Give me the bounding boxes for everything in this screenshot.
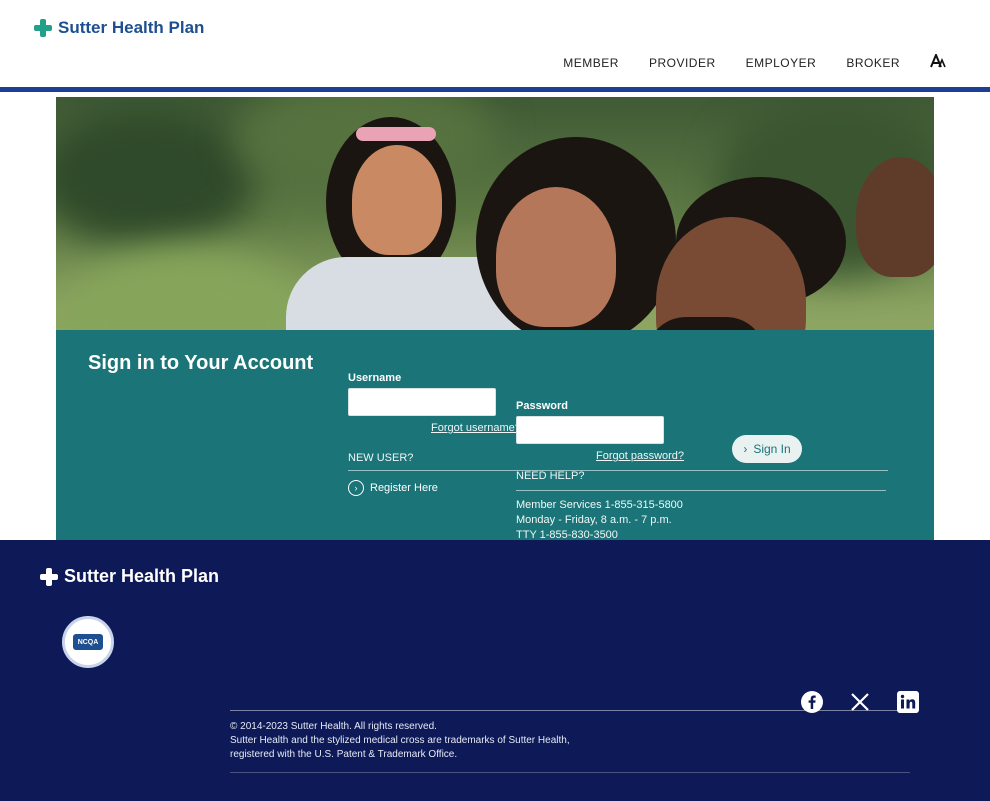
sign-in-button[interactable]: › Sign In [732,435,802,463]
site-footer: Sutter Health Plan NCQA © 2014-2023 Sutt… [0,540,990,801]
facebook-icon[interactable] [800,690,824,714]
password-label: Password [516,400,568,412]
girl-headband [356,127,436,141]
text-size-icon [930,52,946,68]
chevron-right-icon: › [743,442,748,456]
logo[interactable]: Sutter Health Plan [34,18,204,38]
sign-in-title: Sign in to Your Account [88,352,314,374]
main-nav: MEMBER PROVIDER EMPLOYER BROKER [563,52,946,71]
child-face-partial [856,157,934,277]
help-contact: Member Services 1-855-315-5800 Monday - … [516,498,683,543]
divider [516,490,886,491]
forgot-username-link[interactable]: Forgot username? [431,422,521,434]
hours-line: Monday - Friday, 8 a.m. - 7 p.m. [516,514,672,526]
copyright-line: © 2014-2023 Sutter Health. All rights re… [230,721,437,732]
nav-member[interactable]: MEMBER [563,56,619,70]
footer-logo[interactable]: Sutter Health Plan [40,566,219,587]
mother-face [496,187,616,327]
accessibility-icon[interactable] [930,52,946,71]
legal-text: © 2014-2023 Sutter Health. All rights re… [230,720,570,762]
footer-divider [230,772,910,773]
arrow-circle-icon: › [348,480,364,496]
sign-in-panel: Sign in to Your Account Username Forgot … [56,330,934,543]
nav-employer[interactable]: EMPLOYER [746,56,817,70]
new-user-label: NEW USER? [348,452,414,464]
medical-cross-icon [34,19,52,37]
x-icon[interactable] [848,690,872,714]
username-input[interactable] [348,388,496,416]
username-label: Username [348,372,402,384]
medical-cross-icon [40,567,58,586]
nav-broker[interactable]: BROKER [846,56,900,70]
site-header: Sutter Health Plan MEMBER PROVIDER EMPLO… [0,0,990,92]
divider [348,470,888,471]
forgot-password-link[interactable]: Forgot password? [596,450,684,462]
password-input[interactable] [516,416,664,444]
background-foliage [56,107,256,247]
linkedin-icon[interactable] [896,690,920,714]
social-links [800,690,920,714]
girl-face [352,145,442,255]
accreditation-badge: NCQA [62,616,114,668]
register-link[interactable]: › Register Here [348,480,438,496]
need-help-label: NEED HELP? [516,470,585,482]
member-services-line: Member Services 1-855-315-5800 [516,499,683,511]
registration-line: registered with the U.S. Patent & Tradem… [230,749,458,760]
trademark-line: Sutter Health and the stylized medical c… [230,735,570,746]
logo-text: Sutter Health Plan [58,18,205,37]
nav-provider[interactable]: PROVIDER [649,56,716,70]
